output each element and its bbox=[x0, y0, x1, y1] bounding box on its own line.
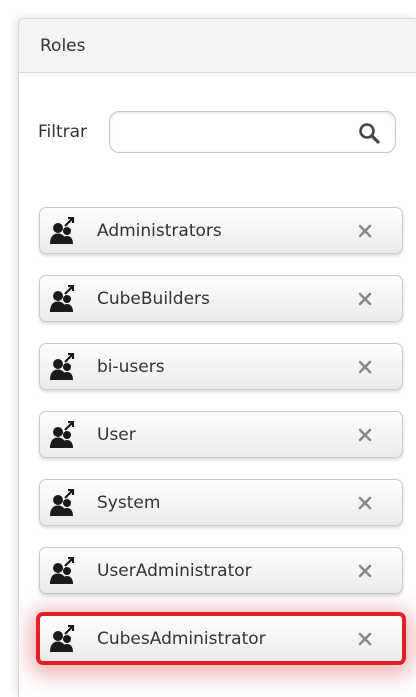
remove-icon[interactable] bbox=[358, 360, 372, 374]
role-label: CubeBuilders bbox=[97, 288, 210, 309]
role-label: System bbox=[97, 492, 161, 513]
remove-icon[interactable] bbox=[358, 292, 372, 306]
panel-header: Roles bbox=[19, 19, 416, 73]
role-users-icon bbox=[50, 624, 75, 652]
role-item[interactable]: CubesAdministrator bbox=[36, 612, 406, 665]
role-item[interactable]: CubeBuilders bbox=[39, 275, 403, 322]
role-users-icon bbox=[50, 488, 75, 516]
role-label: Administrators bbox=[97, 220, 222, 241]
panel-title: Roles bbox=[40, 35, 86, 56]
role-users-icon bbox=[50, 420, 75, 448]
filter-search-box[interactable] bbox=[109, 111, 396, 153]
role-item[interactable]: UserAdministrator bbox=[39, 547, 403, 594]
role-label: CubesAdministrator bbox=[97, 628, 266, 649]
role-users-icon bbox=[50, 284, 75, 312]
role-item[interactable]: System bbox=[39, 479, 403, 526]
role-item[interactable]: User bbox=[39, 411, 403, 458]
search-icon[interactable] bbox=[357, 121, 381, 145]
role-users-icon bbox=[50, 352, 75, 380]
role-label: UserAdministrator bbox=[97, 560, 252, 581]
role-users-icon bbox=[50, 556, 75, 584]
roles-panel: Roles Filtrar Administrators CubeBuilders… bbox=[18, 18, 416, 697]
remove-icon[interactable] bbox=[358, 632, 372, 646]
filter-row: Filtrar bbox=[38, 111, 396, 153]
role-label: bi-users bbox=[97, 356, 165, 377]
role-label: User bbox=[97, 424, 136, 445]
remove-icon[interactable] bbox=[358, 428, 372, 442]
role-users-icon bbox=[50, 216, 75, 244]
filter-label: Filtrar bbox=[38, 122, 88, 142]
remove-icon[interactable] bbox=[358, 224, 372, 238]
filter-input[interactable] bbox=[118, 118, 352, 148]
remove-icon[interactable] bbox=[358, 564, 372, 578]
role-item[interactable]: Administrators bbox=[39, 207, 403, 254]
remove-icon[interactable] bbox=[358, 496, 372, 510]
role-item[interactable]: bi-users bbox=[39, 343, 403, 390]
